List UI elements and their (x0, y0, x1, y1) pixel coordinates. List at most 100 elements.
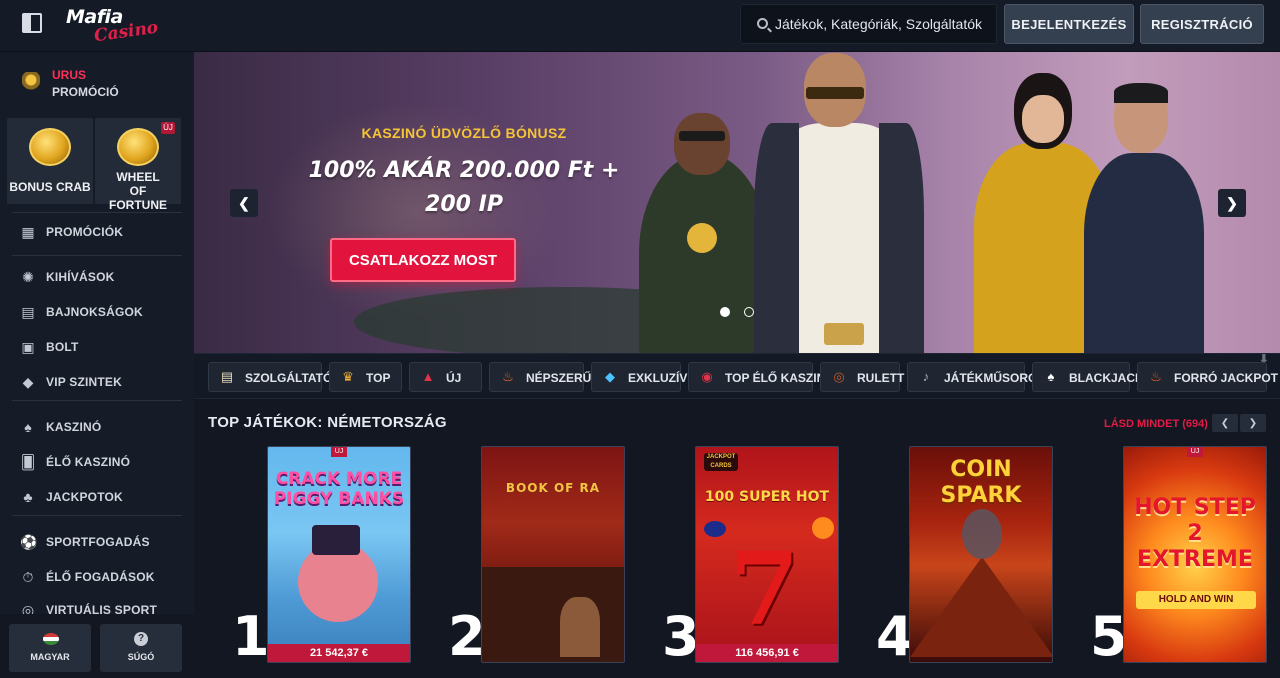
language-button[interactable]: MAGYAR (9, 624, 91, 672)
sidebar-item-label: VIP SZINTEK (46, 375, 122, 389)
category-top-live-casino[interactable]: ◉ TOP ÉLŐ KASZINÓ (688, 362, 835, 392)
sidebar-item-shop[interactable]: ▣ BOLT (0, 332, 194, 362)
help-button[interactable]: ? SÚGÓ (100, 624, 182, 672)
game-title: BOOK OF RA (505, 481, 601, 495)
game-title: 100 SUPER HOT (704, 489, 830, 505)
category-bar: ⬇ ▤ SZOLGÁLTATÓK ♛ TOP ▲ ÚJ ♨ NÉPSZERŰ ◆… (194, 353, 1280, 399)
game-card[interactable]: BOOK OF RA (481, 446, 625, 663)
sidebar-item-jackpots[interactable]: ♣ JACKPOTOK (0, 482, 194, 512)
sidebar-item-vip[interactable]: ◆ VIP SZINTEK (0, 367, 194, 397)
sidebar-item-challenges[interactable]: ✺ KIHÍVÁSOK (0, 262, 194, 292)
category-label: SZOLGÁLTATÓK (245, 371, 341, 385)
game-card[interactable]: COIN SPARK (909, 446, 1053, 663)
divider (12, 255, 182, 256)
sidebar-item-label: BOLT (46, 340, 79, 354)
sidebar-item-label: ÉLŐ KASZINÓ (46, 455, 131, 469)
rank-number: 4 (876, 605, 914, 668)
hero-character-2 (744, 53, 924, 353)
top-bar: Mafia Casino Játékok, Kategóriák, Szolgá… (0, 0, 1280, 52)
hot-jackpot-icon: ♨ (1150, 369, 1162, 384)
wheel-of-fortune-tile[interactable]: ÚJ WHEEL OF FORTUNE (95, 118, 181, 212)
game-card[interactable]: ÚJ CRACK MORE PIGGY BANKS 21 542,37 € (267, 446, 411, 663)
sidebar-footer: MAGYAR ? SÚGÓ (0, 614, 194, 678)
games-next-button[interactable]: ❯ (1240, 414, 1266, 432)
game-card[interactable]: ÚJ HOT STEP 2 EXTREME HOLD AND WIN (1123, 446, 1267, 663)
category-game-shows[interactable]: ♪ JÁTÉKMŰSOROK (907, 362, 1046, 392)
carousel-dot-1[interactable] (720, 307, 730, 317)
sidebar-toggle-icon[interactable] (22, 13, 42, 33)
tournament-icon: ▤ (21, 304, 35, 320)
search-icon (757, 18, 768, 29)
register-button[interactable]: REGISZTRÁCIÓ (1140, 4, 1264, 44)
seven-symbol: 7 (730, 530, 800, 648)
hero-title-line-2: 200 IP (425, 192, 503, 217)
promo-title: URUS (52, 68, 87, 82)
category-blackjack[interactable]: ♠ BLACKJACK (1032, 362, 1144, 392)
join-now-button[interactable]: CSATLAKOZZ MOST (330, 238, 516, 282)
new-icon: ▲ (421, 369, 435, 384)
category-label: EXKLUZÍV (628, 371, 688, 385)
sidebar-item-promotions[interactable]: ▦ PROMÓCIÓK (0, 217, 194, 247)
sidebar-item-live-bets[interactable]: ⏱ ÉLŐ FOGADÁSOK (0, 562, 194, 592)
jackpot-cards-logo: JACKPOT CARDS (704, 453, 738, 471)
tile-label: BONUS CRAB (9, 180, 91, 194)
category-label: JÁTÉKMŰSOROK (944, 371, 1047, 385)
jackpot-value: 116 456,91 € (696, 644, 838, 662)
site-logo[interactable]: Mafia Casino (64, 6, 160, 46)
tile-label: WHEEL OF FORTUNE (109, 170, 167, 212)
section-title: TOP JÁTÉKOK: NÉMETORSZÁG (208, 414, 447, 431)
providers-icon: ▤ (220, 369, 234, 384)
category-providers[interactable]: ▤ SZOLGÁLTATÓK (208, 362, 341, 392)
games-prev-button[interactable]: ❮ (1212, 414, 1238, 432)
hero-banner[interactable]: KASZINÓ ÜDVÖZLŐ BÓNUSZ 100% AKÁR 200.000… (194, 52, 1280, 353)
help-label: SÚGÓ (127, 652, 155, 662)
sidebar-item-sports[interactable]: ⚽ SPORTFOGADÁS (0, 527, 194, 557)
sidebar-item-tournaments[interactable]: ▤ BAJNOKSÁGOK (0, 297, 194, 327)
carousel-dot-2[interactable] (744, 307, 754, 317)
category-new[interactable]: ▲ ÚJ (409, 362, 482, 392)
carousel-next-button[interactable]: ❯ (1218, 189, 1246, 217)
category-label: TOP (366, 371, 391, 385)
new-badge: ÚJ (161, 122, 175, 134)
category-label: TOP ÉLŐ KASZINÓ (725, 371, 835, 385)
search-input[interactable]: Játékok, Kategóriák, Szolgáltatók (740, 4, 997, 44)
gift-icon: ▦ (21, 224, 35, 240)
login-button[interactable]: BEJELENTKEZÉS (1004, 4, 1134, 44)
wheel-icon (117, 128, 159, 166)
sidebar-item-live-casino[interactable]: 🂠 ÉLŐ KASZINÓ (0, 447, 194, 477)
fire-icon: ♨ (502, 369, 514, 384)
chip-icon: ◉ (701, 369, 713, 384)
bonus-crab-tile[interactable]: BONUS CRAB (7, 118, 93, 204)
category-exclusive[interactable]: ◆ EXKLUZÍV (591, 362, 687, 392)
sidebar-item-label: BAJNOKSÁGOK (46, 305, 143, 319)
game-card[interactable]: JACKPOT CARDS 100 SUPER HOT 7 116 456,91… (695, 446, 839, 663)
temple-silhouette (482, 567, 624, 662)
category-popular[interactable]: ♨ NÉPSZERŰ (489, 362, 591, 392)
rank-number: 5 (1090, 605, 1128, 668)
orange-icon (812, 517, 834, 539)
new-badge: ÚJ (331, 447, 347, 457)
language-label: MAGYAR (30, 652, 70, 662)
sidebar-promo-urus[interactable]: URUS PROMÓCIÓ (10, 62, 190, 102)
new-badge: ÚJ (1187, 447, 1203, 457)
explorer-character (560, 597, 600, 657)
category-top[interactable]: ♛ TOP (329, 362, 402, 392)
volcano-shape (910, 557, 1052, 657)
search-placeholder: Játékok, Kategóriák, Szolgáltatók (775, 16, 983, 32)
diamond-icon: ◆ (22, 374, 34, 390)
spade-icon: ♠ (24, 419, 32, 435)
sidebar-item-casino[interactable]: ♠ KASZINÓ (0, 412, 194, 442)
sidebar-item-label: JACKPOTOK (46, 490, 123, 504)
category-label: BLACKJACK (1069, 371, 1144, 385)
see-all-link[interactable]: LÁSD MINDET (694) (1104, 418, 1208, 430)
rank-number: 1 (232, 605, 270, 668)
category-hot-jackpot[interactable]: ♨ FORRÓ JACKPOT (1137, 362, 1278, 392)
promo-subtitle: PROMÓCIÓ (52, 85, 119, 99)
crown-icon: ♛ (342, 369, 354, 384)
sidebar-item-label: KASZINÓ (46, 420, 102, 434)
game-title: CRACK MORE PIGGY BANKS (273, 469, 405, 509)
category-roulette[interactable]: ◎ RULETT (820, 362, 904, 392)
carousel-prev-button[interactable]: ❮ (230, 189, 258, 217)
sidebar: URUS PROMÓCIÓ BONUS CRAB ÚJ WHEEL OF FOR… (0, 52, 194, 678)
category-label: NÉPSZERŰ (526, 371, 592, 385)
